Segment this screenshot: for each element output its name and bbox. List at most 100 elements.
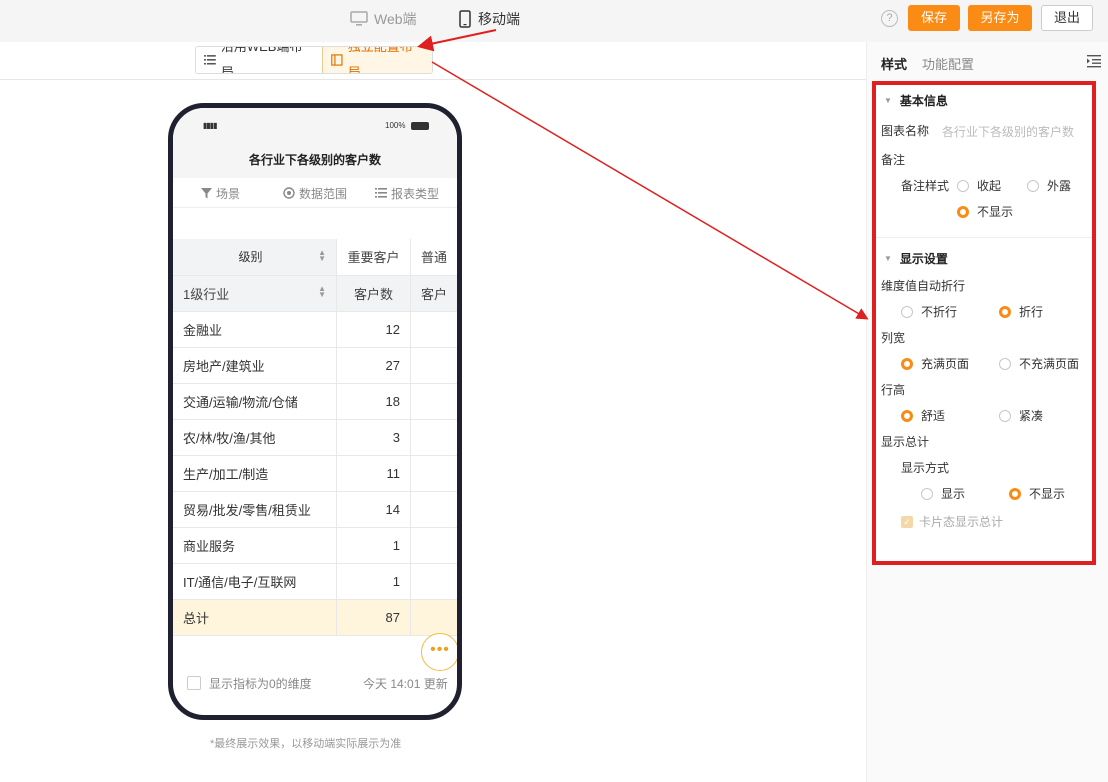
show-zero-label: 显示指标为0的维度 — [209, 677, 312, 691]
show-total-label: 显示总计 — [881, 435, 930, 449]
phone-preview: ▮▮▮▮ 100% 各行业下各级别的客户数 场景 数据范围 报表类型 级别 ▲ ▼ … — [168, 103, 462, 720]
table-row: 交通/运输/物流/仓储 18 — [173, 383, 457, 420]
card-total-checkbox[interactable]: ✓ 卡片态显示总计 — [901, 513, 1003, 530]
tab-style[interactable]: 样式 — [881, 54, 907, 73]
not-fill-page-radio[interactable]: 不充满页面 — [999, 355, 1079, 372]
check-icon: ✓ — [901, 515, 913, 528]
tab-function-config[interactable]: 功能配置 — [922, 54, 974, 73]
row-name: 农/林/牧/渔/其他 — [173, 419, 338, 456]
preview-disclaimer: *最终展示效果，以移动端实际展示为准 — [210, 738, 402, 750]
no-wrap-radio[interactable]: 不折行 — [901, 303, 957, 320]
list-icon — [375, 188, 387, 198]
row-height-label: 行高 — [881, 383, 906, 397]
web-layout-label: 沿用WEB端布局 — [220, 46, 303, 74]
note-expose-radio[interactable]: 外露 — [1027, 177, 1071, 194]
row-empty — [410, 527, 457, 564]
row-empty — [410, 347, 457, 384]
total-label: 总计 — [173, 599, 338, 636]
row-empty — [410, 491, 457, 528]
filter-icon — [201, 187, 212, 198]
show-zero-checkbox[interactable] — [187, 676, 201, 690]
header-level-cell[interactable]: 级别 ▲ ▼ — [173, 239, 338, 276]
note-collapse-label: 收起 — [977, 179, 1002, 193]
radio-icon — [901, 305, 913, 318]
sort-icon[interactable]: ▲ ▼ — [318, 249, 326, 263]
row-name: 金融业 — [173, 311, 338, 348]
exit-button[interactable]: 退出 — [1041, 5, 1093, 31]
radio-icon — [1027, 179, 1039, 192]
comfortable-label: 舒适 — [921, 409, 946, 423]
total-empty — [410, 599, 457, 636]
table-row: 贸易/批发/零售/租赁业 14 — [173, 491, 457, 528]
show-total-radio[interactable]: 显示 — [921, 485, 965, 502]
row-empty — [410, 311, 457, 348]
row-value: 14 — [336, 491, 411, 528]
header-industry-label: 1级行业 — [183, 286, 230, 302]
compact-radio[interactable]: 紧凑 — [999, 407, 1043, 424]
display-settings-title: 显示设置 — [899, 252, 948, 266]
note-expose-label: 外露 — [1047, 179, 1072, 193]
table-row: 农/林/牧/渔/其他 3 — [173, 419, 457, 456]
table-row: 商业服务 1 — [173, 527, 457, 564]
mobile-device-label: 移动端 — [478, 11, 520, 27]
hide-total-radio[interactable]: 不显示 — [1009, 485, 1065, 502]
fill-page-radio[interactable]: 充满页面 — [901, 355, 969, 372]
list-icon — [204, 55, 216, 65]
row-empty — [410, 455, 457, 492]
comfortable-radio[interactable]: 舒适 — [901, 407, 945, 424]
row-value: 3 — [336, 419, 411, 456]
note-collapse-radio[interactable]: 收起 — [957, 177, 1001, 194]
collapse-panel-icon[interactable] — [1087, 54, 1101, 68]
arrow-to-settings-panel — [431, 61, 869, 320]
note-hide-label: 不显示 — [977, 205, 1014, 219]
header-industry-cell[interactable]: 1级行业 ▲ ▼ — [173, 275, 338, 312]
web-device-tab[interactable]: Web端 — [350, 8, 417, 30]
caret-down-icon: ▼ — [884, 254, 892, 263]
row-name: 生产/加工/制造 — [173, 455, 338, 492]
signal-icon: ▮▮▮▮ — [203, 121, 218, 130]
fill-page-label: 充满页面 — [921, 357, 970, 371]
wrap-radio[interactable]: 折行 — [999, 303, 1043, 320]
tab-report-type-label: 报表类型 — [391, 186, 440, 201]
layout-segmented-control: 沿用WEB端布局 独立配置布局 — [195, 46, 433, 74]
basic-info-header[interactable]: ▼ 基本信息 — [884, 92, 948, 109]
layout-icon — [331, 54, 343, 66]
row-value: 27 — [336, 347, 411, 384]
row-empty — [410, 563, 457, 600]
row-name: IT/通信/电子/互联网 — [173, 563, 338, 600]
card-total-label: 卡片态显示总计 — [919, 515, 1004, 529]
tab-report-type[interactable]: 报表类型 — [375, 178, 439, 208]
tab-data-range[interactable]: 数据范围 — [283, 178, 347, 208]
chart-name-label: 图表名称 — [881, 124, 930, 138]
tab-scene-label: 场景 — [216, 186, 241, 201]
table-row: 生产/加工/制造 11 — [173, 455, 457, 492]
tab-scene[interactable]: 场景 — [201, 178, 240, 208]
radio-icon — [921, 487, 933, 500]
battery-percent: 100% — [385, 121, 406, 130]
row-name: 房地产/建筑业 — [173, 347, 338, 384]
save-as-button[interactable]: 另存为 — [968, 5, 1032, 31]
header-count2-cell: 客户 — [410, 275, 457, 312]
target-icon — [283, 187, 295, 199]
col-width-label: 列宽 — [881, 331, 906, 345]
more-actions-button[interactable]: ••• — [421, 633, 457, 671]
no-wrap-label: 不折行 — [921, 305, 958, 319]
table-header-row: 级别 ▲ ▼ 重要客户 普通 — [173, 239, 457, 276]
monitor-icon — [350, 11, 368, 26]
note-hide-radio[interactable]: 不显示 — [957, 203, 1013, 220]
radio-icon — [999, 357, 1011, 370]
sort-icon[interactable]: ▲ ▼ — [318, 284, 326, 298]
independent-layout-option[interactable]: 独立配置布局 — [322, 47, 432, 73]
row-name: 交通/运输/物流/仓储 — [173, 383, 338, 420]
report-tabs: 场景 数据范围 报表类型 — [173, 178, 457, 208]
chart-name-input[interactable]: 各行业下各级别的客户数 — [942, 123, 1074, 140]
mobile-device-tab[interactable]: 移动端 — [458, 8, 520, 30]
display-settings-header[interactable]: ▼ 显示设置 — [884, 250, 948, 267]
web-layout-option[interactable]: 沿用WEB端布局 — [196, 47, 322, 73]
help-icon[interactable]: ? — [881, 10, 898, 27]
hide-total-option-label: 不显示 — [1029, 487, 1066, 501]
save-button[interactable]: 保存 — [908, 5, 960, 31]
battery-icon — [411, 122, 429, 130]
row-value: 12 — [336, 311, 411, 348]
row-empty — [410, 383, 457, 420]
